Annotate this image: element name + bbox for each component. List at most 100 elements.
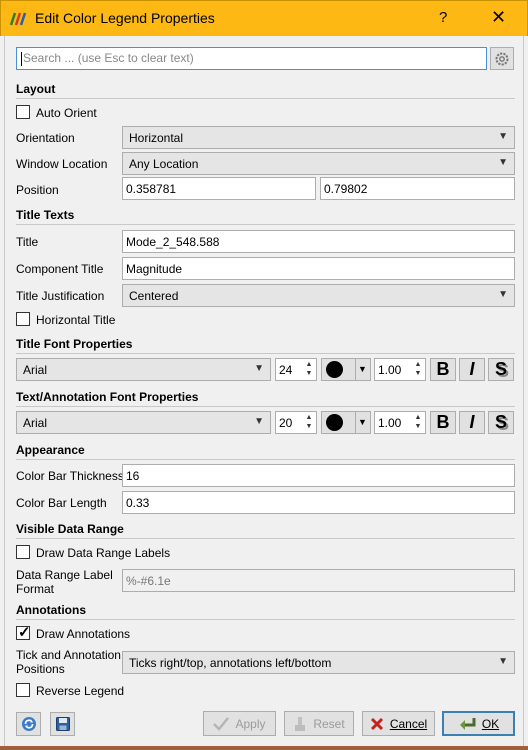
brush-icon bbox=[295, 716, 306, 731]
horizontal-title-checkbox[interactable] bbox=[16, 312, 30, 326]
annotation-font-family-select[interactable]: Arial ▼ bbox=[16, 411, 271, 434]
title-opacity-spinbox[interactable]: 1.00 ▲ ▼ bbox=[374, 358, 426, 381]
divider bbox=[16, 224, 515, 225]
divider bbox=[16, 353, 515, 354]
section-title-texts: Title Texts bbox=[16, 208, 75, 222]
floppy-disk-icon bbox=[55, 717, 70, 731]
title-bar: Edit Color Legend Properties ? ✕ bbox=[0, 0, 528, 36]
divider bbox=[16, 459, 515, 460]
cancel-button[interactable]: Cancel bbox=[362, 711, 435, 736]
window-location-select[interactable]: Any Location ▼ bbox=[122, 152, 515, 175]
title-font-size-spinbox[interactable]: 24 ▲ ▼ bbox=[275, 358, 317, 381]
title-font-color-button[interactable]: ▼ bbox=[321, 358, 371, 381]
background-strip bbox=[0, 746, 528, 750]
title-font-size-value: 24 bbox=[279, 363, 293, 377]
annotation-opacity-value: 1.00 bbox=[378, 416, 402, 430]
color-bar-thickness-label: Color Bar Thickness bbox=[16, 469, 124, 483]
window-location-label: Window Location bbox=[16, 157, 108, 171]
refresh-icon bbox=[21, 717, 36, 731]
advanced-settings-button[interactable] bbox=[490, 47, 514, 70]
section-visible-data-range: Visible Data Range bbox=[16, 522, 124, 536]
tick-annotation-positions-select[interactable]: Ticks right/top, annotations left/bottom… bbox=[122, 651, 515, 674]
orientation-value: Horizontal bbox=[129, 131, 184, 145]
draw-data-range-labels-checkbox[interactable] bbox=[16, 545, 30, 559]
title-shadow-button[interactable]: S bbox=[488, 358, 514, 381]
draw-annotations-label: Draw Annotations bbox=[36, 627, 131, 641]
orientation-label: Orientation bbox=[16, 131, 75, 145]
auto-orient-checkbox[interactable] bbox=[16, 105, 30, 119]
chevron-down-icon[interactable]: ▼ bbox=[358, 364, 367, 374]
annotation-bold-button[interactable]: B bbox=[430, 411, 456, 434]
ok-button[interactable]: OK bbox=[442, 711, 515, 736]
checkmark-icon bbox=[213, 716, 230, 731]
orientation-select[interactable]: Horizontal ▼ bbox=[122, 126, 515, 149]
gear-icon bbox=[495, 52, 509, 65]
title-italic-button[interactable]: I bbox=[459, 358, 485, 381]
section-layout: Layout bbox=[16, 82, 56, 96]
search-input[interactable]: Search ... (use Esc to clear text) bbox=[16, 47, 487, 70]
spin-arrows-icon[interactable]: ▲ ▼ bbox=[412, 413, 424, 432]
title-justification-value: Centered bbox=[129, 289, 179, 303]
title-font-family-select[interactable]: Arial ▼ bbox=[16, 358, 271, 381]
chevron-down-icon: ▼ bbox=[498, 656, 508, 667]
spin-arrows-icon[interactable]: ▲ ▼ bbox=[412, 360, 424, 379]
title-bold-button[interactable]: B bbox=[430, 358, 456, 381]
draw-data-range-labels-label: Draw Data Range Labels bbox=[36, 546, 171, 560]
tick-positions-label-line2: Positions bbox=[16, 662, 65, 676]
section-annotation-font: Text/Annotation Font Properties bbox=[16, 390, 199, 404]
section-title-font: Title Font Properties bbox=[16, 337, 133, 351]
annotation-font-size-spinbox[interactable]: 20 ▲ ▼ bbox=[275, 411, 317, 434]
title-opacity-value: 1.00 bbox=[378, 363, 402, 377]
annotation-font-family-value: Arial bbox=[23, 416, 48, 430]
window-location-value: Any Location bbox=[129, 157, 199, 171]
data-range-format-label-line1: Data Range Label bbox=[16, 568, 113, 582]
position-label: Position bbox=[16, 183, 59, 197]
component-title-field[interactable]: Magnitude bbox=[122, 257, 515, 280]
chevron-down-icon: ▼ bbox=[254, 416, 264, 427]
component-title-label: Component Title bbox=[16, 262, 104, 276]
help-button[interactable]: ? bbox=[439, 9, 447, 26]
chevron-down-icon: ▼ bbox=[498, 131, 508, 142]
annotation-shadow-button[interactable]: S bbox=[488, 411, 514, 434]
ok-button-label: OK bbox=[481, 716, 500, 731]
draw-annotations-checkbox[interactable] bbox=[16, 623, 31, 641]
chevron-down-icon: ▼ bbox=[498, 289, 508, 300]
reset-button[interactable]: Reset bbox=[284, 711, 354, 736]
title-justification-select[interactable]: Centered ▼ bbox=[122, 284, 515, 307]
title-field[interactable]: Mode_2_548.588 bbox=[122, 230, 515, 253]
chevron-down-icon[interactable]: ▼ bbox=[358, 417, 367, 427]
color-bar-length-field[interactable]: 0.33 bbox=[122, 491, 515, 514]
paraview-logo-icon bbox=[9, 12, 27, 26]
divider bbox=[16, 406, 515, 407]
annotation-italic-button[interactable]: I bbox=[459, 411, 485, 434]
restore-defaults-button[interactable] bbox=[16, 712, 41, 736]
annotation-font-color-button[interactable]: ▼ bbox=[321, 411, 371, 434]
data-range-format-label-line2: Format bbox=[16, 582, 55, 596]
divider bbox=[16, 98, 515, 99]
window-title: Edit Color Legend Properties bbox=[35, 10, 215, 26]
divider bbox=[16, 538, 515, 539]
color-swatch bbox=[326, 361, 343, 378]
position-x-field[interactable]: 0.358781 bbox=[122, 177, 316, 200]
close-button[interactable]: ✕ bbox=[491, 7, 506, 28]
spin-arrows-icon[interactable]: ▲ ▼ bbox=[303, 413, 315, 432]
horizontal-title-label: Horizontal Title bbox=[36, 313, 116, 327]
apply-button[interactable]: Apply bbox=[203, 711, 276, 736]
section-annotations: Annotations bbox=[16, 603, 86, 617]
search-placeholder: Search ... (use Esc to clear text) bbox=[23, 51, 194, 65]
annotation-opacity-spinbox[interactable]: 1.00 ▲ ▼ bbox=[374, 411, 426, 434]
return-arrow-icon bbox=[459, 717, 476, 730]
position-y-field[interactable]: 0.79802 bbox=[320, 177, 515, 200]
auto-orient-label: Auto Orient bbox=[36, 106, 97, 120]
chevron-down-icon: ▼ bbox=[254, 363, 264, 374]
save-defaults-button[interactable] bbox=[50, 712, 75, 736]
reset-button-label: Reset bbox=[313, 716, 345, 731]
color-swatch bbox=[326, 414, 343, 431]
divider bbox=[16, 619, 515, 620]
tick-positions-label-line1: Tick and Annotation bbox=[16, 648, 121, 662]
spin-arrows-icon[interactable]: ▲ ▼ bbox=[303, 360, 315, 379]
reverse-legend-checkbox[interactable] bbox=[16, 683, 30, 697]
title-justification-label: Title Justification bbox=[16, 289, 105, 303]
reverse-legend-label: Reverse Legend bbox=[36, 684, 125, 698]
color-bar-thickness-field[interactable]: 16 bbox=[122, 464, 515, 487]
